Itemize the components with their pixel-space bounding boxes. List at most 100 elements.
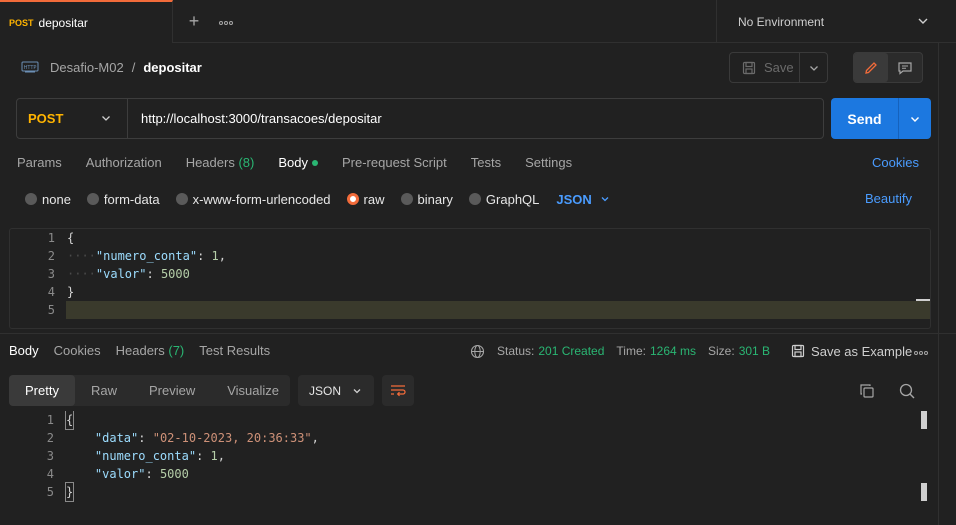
- tab-method-label: POST: [9, 17, 34, 28]
- wrap-lines-button[interactable]: [382, 375, 414, 406]
- radio-circle: [86, 193, 99, 205]
- radio-form-data-label: form-data: [103, 191, 160, 207]
- response-tab-cookies-label: Cookies: [53, 343, 101, 358]
- scrollbar-thumb[interactable]: [921, 411, 927, 429]
- environment-selector[interactable]: No Environment: [716, 0, 956, 43]
- time-value[interactable]: 1264 ms: [650, 344, 696, 358]
- view-tab-preview[interactable]: Preview: [133, 375, 211, 406]
- response-format-select[interactable]: JSON: [298, 375, 374, 406]
- send-options-button[interactable]: [899, 98, 931, 139]
- method-select[interactable]: POST: [17, 99, 128, 138]
- response-body-viewer[interactable]: 1 { 2 "data": "02-10-2023, 20:36:33", 3 …: [9, 411, 931, 511]
- save-button[interactable]: Save: [730, 53, 801, 82]
- headers-count: (8): [238, 155, 255, 170]
- response-tab-headers[interactable]: Headers (7): [116, 341, 185, 361]
- comment-mode-button[interactable]: [888, 53, 922, 82]
- request-body-editor[interactable]: 1 { 2 ····"numero_conta": 1, 3 ····"valo…: [9, 228, 931, 329]
- json-comma: ,: [311, 431, 319, 445]
- tab-authorization[interactable]: Authorization: [86, 152, 162, 174]
- tab-tests[interactable]: Tests: [471, 152, 501, 174]
- json-comma: ,: [217, 449, 225, 463]
- json-key: "valor": [95, 267, 147, 281]
- chevron-down-icon: [102, 116, 110, 121]
- tab-authorization-label: Authorization: [85, 155, 162, 170]
- tab-body[interactable]: Body: [278, 152, 318, 174]
- json-key: "data": [94, 431, 139, 445]
- code-line: 4 }: [10, 283, 930, 301]
- code-line: 4 "valor": 5000: [9, 465, 929, 483]
- svg-text:HTTP: HTTP: [24, 65, 37, 71]
- save-as-example-button[interactable]: Save as Example: [791, 344, 912, 359]
- json-value: 1: [211, 249, 219, 263]
- chevron-down-icon: [353, 389, 361, 394]
- pane-divider[interactable]: [0, 333, 956, 334]
- radio-none[interactable]: none: [25, 192, 71, 207]
- status-value[interactable]: 201 Created: [538, 344, 604, 358]
- line-number: 1: [46, 413, 54, 427]
- indent-whitespace: ····: [67, 267, 96, 281]
- radio-graphql[interactable]: GraphQL: [468, 192, 539, 207]
- response-tab-test-results-label: Test Results: [199, 343, 271, 358]
- json-key: "valor": [94, 467, 146, 481]
- plus-icon[interactable]: +: [186, 12, 202, 30]
- line-number: 3: [46, 449, 54, 463]
- code-text: }: [64, 482, 75, 502]
- radio-x-www-form-urlencoded[interactable]: x-www-form-urlencoded: [175, 192, 331, 207]
- scrollbar-thumb[interactable]: [921, 483, 927, 501]
- tab-pre-request-label: Pre-request Script: [341, 155, 447, 170]
- body-language-select[interactable]: JSON: [556, 192, 609, 207]
- request-tab-depositar[interactable]: POST depositar: [0, 0, 173, 43]
- radio-none-label: none: [42, 191, 71, 207]
- request-url-bar: POST: [16, 98, 824, 139]
- tab-bar: POST depositar + No Environment: [0, 0, 956, 43]
- tab-tests-label: Tests: [470, 155, 502, 170]
- save-button-group: Save: [729, 52, 828, 83]
- size-value[interactable]: 301 B: [739, 344, 770, 358]
- cookies-link[interactable]: Cookies: [872, 152, 919, 174]
- line-number: 2: [47, 249, 55, 263]
- tab-pre-request-script[interactable]: Pre-request Script: [342, 152, 447, 174]
- response-tab-test-results[interactable]: Test Results: [199, 341, 270, 361]
- view-tab-pretty[interactable]: Pretty: [9, 375, 75, 406]
- pencil-icon: [865, 61, 877, 74]
- line-number: 4: [46, 467, 54, 481]
- more-horizontal-icon[interactable]: [219, 12, 239, 30]
- body-language-label: JSON: [556, 191, 592, 207]
- json-value: 5000: [160, 267, 190, 281]
- breadcrumb-parent[interactable]: Desafio-M02: [50, 60, 124, 75]
- editor-scroll-indicator: [916, 299, 930, 301]
- response-tab-body[interactable]: Body: [9, 341, 39, 361]
- tab-params[interactable]: Params: [17, 152, 62, 174]
- more-horizontal-icon[interactable]: [914, 341, 928, 361]
- url-input[interactable]: [128, 99, 823, 138]
- status-label: Status:: [497, 344, 535, 358]
- save-icon: [742, 61, 756, 74]
- response-tab-cookies[interactable]: Cookies: [54, 341, 101, 361]
- send-button-group: Send: [831, 98, 931, 139]
- breadcrumb-current[interactable]: depositar: [143, 60, 202, 75]
- search-icon[interactable]: [898, 382, 916, 400]
- chevron-down-icon: [918, 18, 928, 24]
- response-tab-headers-label: Headers: [115, 343, 165, 358]
- response-tab-body-label: Body: [9, 343, 39, 358]
- view-tab-raw[interactable]: Raw: [75, 375, 133, 406]
- tab-settings[interactable]: Settings: [525, 152, 572, 174]
- globe-icon[interactable]: [470, 344, 485, 359]
- indent-whitespace: ····: [67, 249, 96, 263]
- radio-form-data[interactable]: form-data: [86, 191, 160, 207]
- code-text: }: [67, 285, 75, 299]
- copy-icon[interactable]: [859, 383, 875, 399]
- line-number: 4: [47, 285, 55, 299]
- view-tab-visualize[interactable]: Visualize: [211, 375, 295, 406]
- radio-binary[interactable]: binary: [400, 192, 453, 207]
- save-as-example-label: Save as Example: [811, 343, 913, 359]
- edit-mode-button[interactable]: [854, 53, 888, 82]
- view-mode-toggle: [853, 52, 923, 83]
- json-value: 1: [210, 449, 218, 463]
- beautify-link[interactable]: Beautify: [865, 189, 912, 209]
- tab-headers[interactable]: Headers (8): [186, 152, 255, 174]
- response-status-bar: Status: 201 Created Time: 1264 ms Size: …: [470, 341, 912, 361]
- send-button[interactable]: Send: [831, 98, 899, 139]
- save-options-button[interactable]: [800, 53, 827, 82]
- radio-raw[interactable]: raw: [346, 192, 385, 207]
